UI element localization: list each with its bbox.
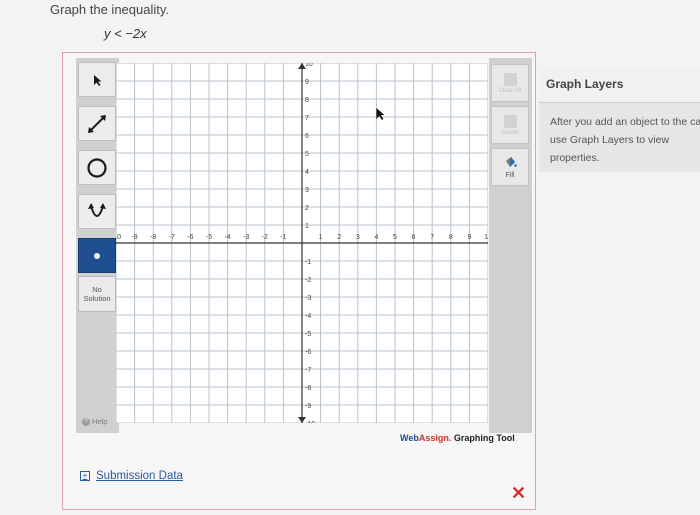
x-tick-label: 3 — [356, 234, 360, 241]
clear-icon — [503, 72, 517, 86]
graph-layers-panel: Graph Layers After you add an object to … — [539, 68, 700, 172]
x-tick-label: -10 — [116, 234, 121, 241]
parabola-tool-icon — [88, 202, 106, 217]
x-tick-label: 9 — [467, 234, 471, 241]
y-tick-label: 8 — [305, 97, 309, 104]
y-tick-label: -6 — [305, 349, 311, 356]
x-tick-label: -8 — [150, 234, 156, 241]
delete-label: Delete — [501, 129, 519, 136]
point-tool-icon — [94, 252, 100, 259]
delete-button[interactable]: Delete — [491, 106, 529, 144]
x-tick-label: 4 — [374, 234, 378, 241]
no-solution-button[interactable]: No Solution — [78, 276, 116, 312]
x-tick-label: -3 — [243, 234, 249, 241]
tool-panel: No Solution ? Help — [76, 58, 119, 433]
trash-icon — [503, 114, 517, 128]
right-tool-panel: Clear All Delete Fill — [489, 58, 532, 433]
x-tick-label: -9 — [131, 234, 137, 241]
y-tick-label: -5 — [305, 331, 311, 338]
parabola-tool-button[interactable] — [78, 194, 116, 229]
incorrect-x-icon: ✕ — [511, 483, 527, 503]
circle-tool-button[interactable] — [78, 150, 116, 185]
y-tick-label: 4 — [305, 169, 309, 176]
graph-layers-description: After you add an object to the can use G… — [550, 116, 700, 164]
fill-label: Fill — [505, 171, 515, 179]
y-tick-label: -3 — [305, 295, 311, 302]
x-tick-label: -4 — [224, 234, 230, 241]
y-tick-label: -1 — [305, 259, 311, 266]
x-tick-label: -6 — [187, 234, 193, 241]
y-tick-label: 10 — [305, 63, 313, 68]
y-tick-label: 7 — [305, 115, 309, 122]
paint-bucket-icon — [506, 156, 517, 167]
y-tick-label: 9 — [305, 79, 309, 86]
y-tick-label: 5 — [305, 151, 309, 158]
fill-button[interactable]: Fill — [491, 148, 529, 186]
brand-assign: Assign. — [418, 433, 452, 443]
x-tick-label: -2 — [262, 234, 268, 241]
line-tool-button[interactable] — [78, 106, 116, 141]
y-tick-label: 3 — [305, 187, 309, 194]
pointer-tool-button[interactable] — [78, 62, 116, 97]
expand-icon: + — [80, 471, 90, 481]
help-icon: ? — [82, 417, 90, 426]
clear-all-label: Clear All — [498, 87, 522, 94]
x-tick-label: -7 — [169, 234, 175, 241]
y-tick-label: -8 — [305, 385, 311, 392]
clear-all-button[interactable]: Clear All — [491, 64, 529, 102]
y-tick-label: 1 — [305, 223, 309, 230]
x-tick-label: -1 — [280, 234, 286, 241]
inequality-expression: y < −2x — [104, 26, 147, 41]
x-tick-label: -5 — [206, 234, 212, 241]
question-title: Graph the inequality. — [50, 2, 169, 17]
help-link[interactable]: ? Help — [82, 417, 107, 426]
submission-data-link[interactable]: + Submission Data — [80, 470, 183, 482]
x-tick-label: 1 — [319, 234, 323, 241]
x-tick-label: 5 — [393, 234, 397, 241]
submission-data-label: Submission Data — [96, 470, 183, 482]
x-tick-label: 10 — [484, 234, 488, 241]
x-tick-label: 6 — [412, 234, 416, 241]
graph-layers-header: Graph Layers — [539, 68, 700, 103]
brand-tool-name: Graphing Tool — [453, 433, 515, 443]
coordinate-grid[interactable]: -10 -9 -8 -7 -6 -5 -4 -3 -2 -1 1 2 3 4 5 6 7 8 9 10 10 9 8 7 6 5 4… — [116, 63, 488, 423]
circle-tool-icon — [87, 157, 107, 178]
y-tick-label: 2 — [305, 205, 309, 212]
x-tick-label: 8 — [449, 234, 453, 241]
y-tick-label: -9 — [305, 403, 311, 410]
y-tick-label: -2 — [305, 277, 311, 284]
webassign-branding: WebAssign. Graphing Tool — [400, 433, 515, 443]
point-tool-button[interactable] — [78, 238, 116, 273]
line-tool-icon — [88, 114, 106, 133]
arrow-pointer-icon — [94, 74, 102, 86]
brand-web: Web — [400, 433, 419, 443]
y-tick-label: -10 — [305, 421, 315, 423]
y-tick-label: -4 — [305, 313, 311, 320]
help-label: Help — [92, 417, 108, 426]
y-tick-label: 6 — [305, 133, 309, 140]
x-tick-label: 2 — [337, 234, 341, 241]
y-tick-label: -7 — [305, 367, 311, 374]
x-tick-label: 7 — [430, 234, 434, 241]
graph-layers-title: Graph Layers — [546, 77, 624, 91]
